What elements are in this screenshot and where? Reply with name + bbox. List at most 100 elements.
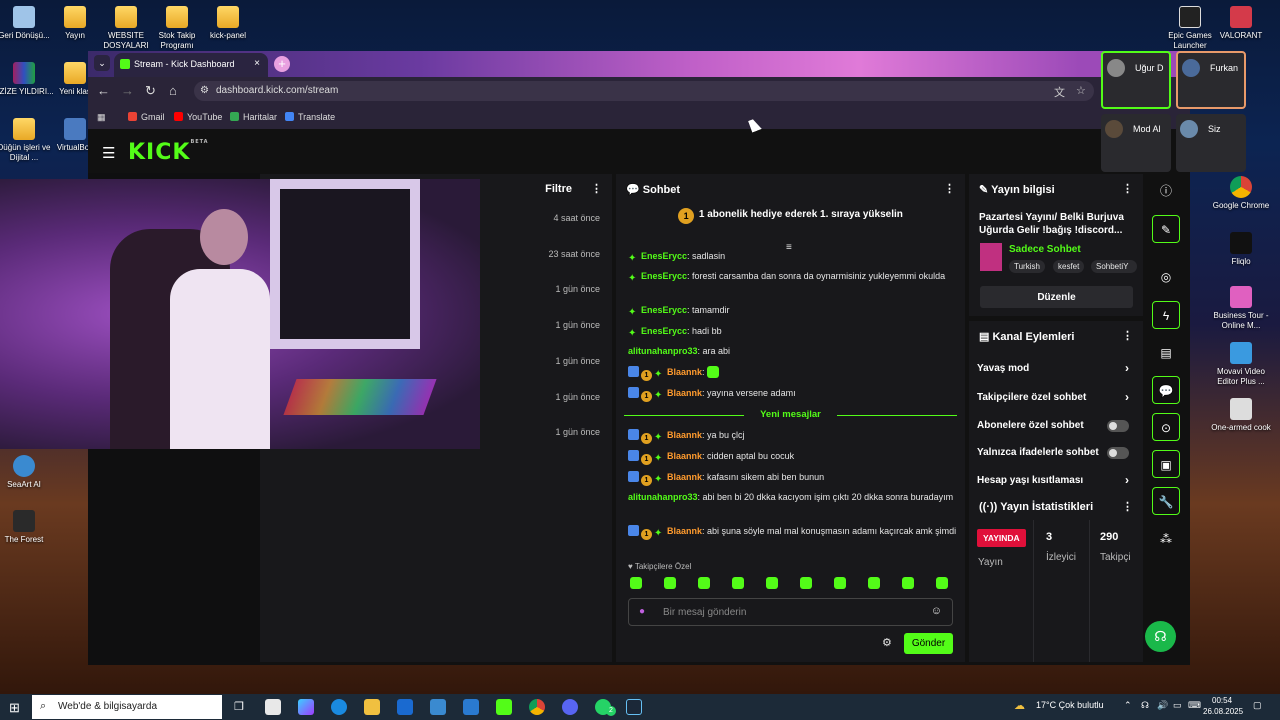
tab-kick-dashboard[interactable]: Stream - Kick Dashboard × xyxy=(114,53,268,77)
task-view-icon[interactable]: ❐ xyxy=(234,700,244,713)
channel-actions-options-icon[interactable]: ⋮ xyxy=(1122,329,1133,342)
vscode-icon[interactable] xyxy=(463,699,479,715)
weather-text[interactable]: 17°C Çok bulutlu xyxy=(1036,700,1104,710)
camera-icon[interactable]: ◎ xyxy=(1152,263,1180,291)
lightning-icon[interactable]: ϟ xyxy=(1152,301,1180,329)
chat-message: 1 ✦ Blaannk: abi şuna söyle mal mal konuşm… xyxy=(628,524,958,540)
desktop-icon-one-armed-cook[interactable]: One-armed cook xyxy=(1210,398,1272,433)
kick-app-icon[interactable] xyxy=(496,699,512,715)
emote-icon[interactable] xyxy=(834,577,846,589)
back-icon[interactable]: ← xyxy=(97,83,110,98)
emote-icon[interactable] xyxy=(766,577,778,589)
reload-icon[interactable]: ↻ xyxy=(145,83,156,99)
language-icon[interactable]: ⌨ xyxy=(1188,700,1201,711)
edit-icon[interactable]: ✎ xyxy=(1152,215,1180,243)
volume-icon[interactable]: 🔊 xyxy=(1157,700,1168,711)
layout-icon[interactable]: ▣ xyxy=(1152,450,1180,478)
desktop-icon-fliqlo[interactable]: Fliqlo xyxy=(1210,232,1272,267)
bookmark-translate[interactable]: Translate xyxy=(285,112,335,122)
clock-time[interactable]: 00:54 xyxy=(1212,696,1232,705)
tag[interactable]: kesfet xyxy=(1053,260,1085,273)
chat-input[interactable]: ● Bir mesaj gönderin ☺ xyxy=(628,598,953,626)
bookmark-youtube[interactable]: YouTube xyxy=(174,112,222,122)
clock-date[interactable]: 26.08.2025 xyxy=(1203,707,1243,716)
discord-icon[interactable] xyxy=(562,699,578,715)
meet-tile-ugur[interactable]: Uğur D xyxy=(1101,51,1171,109)
slow-mode-row[interactable]: Yavaş mod › xyxy=(977,361,1133,375)
info-icon[interactable]: ⓘ xyxy=(1152,177,1180,205)
notifications-icon[interactable]: ▢ xyxy=(1253,700,1262,711)
network-icon[interactable]: ▭ xyxy=(1173,700,1182,711)
desktop-icon-chrome[interactable]: Google Chrome xyxy=(1210,176,1272,211)
followers-only-row[interactable]: Takipçilere özel sohbet › xyxy=(977,390,1133,404)
stats-options-icon[interactable]: ⋮ xyxy=(1122,500,1133,513)
site-info-icon[interactable]: ⚙ xyxy=(200,85,209,96)
store-icon[interactable] xyxy=(265,699,281,715)
close-tab-icon[interactable]: × xyxy=(254,58,260,69)
outlook-icon[interactable] xyxy=(397,699,413,715)
taskbar-search[interactable]: ⌕ Web'de & bilgisayarda xyxy=(32,695,222,719)
wrench-icon[interactable]: 🔧 xyxy=(1152,487,1180,515)
new-tab-button[interactable]: + xyxy=(274,56,290,72)
edge-icon[interactable] xyxy=(331,699,347,715)
category-name[interactable]: Sadece Sohbet xyxy=(1009,244,1081,255)
bookmark-gmail[interactable]: Gmail xyxy=(128,112,165,122)
chat-settings-icon[interactable]: ⚙ xyxy=(882,636,892,649)
menu-icon[interactable]: ☰ xyxy=(102,144,115,162)
headset-tray-icon[interactable]: ☊ xyxy=(1141,700,1149,711)
forward-icon[interactable]: → xyxy=(121,83,134,98)
translate-icon[interactable]: 文 xyxy=(1054,84,1065,100)
tab-search-button[interactable]: ⌄ xyxy=(94,55,110,71)
steam-icon[interactable] xyxy=(626,699,642,715)
desktop-icon-kick-panel[interactable]: kick-panel xyxy=(197,6,259,41)
emote-icon[interactable] xyxy=(800,577,812,589)
emoji-icon[interactable]: ☺ xyxy=(931,605,942,617)
emote-icon[interactable] xyxy=(664,577,676,589)
windows-start-icon[interactable]: ⊞ xyxy=(9,700,20,716)
meet-tile-furkan[interactable]: Furkan xyxy=(1176,51,1246,109)
desktop-icon-valorant[interactable]: VALORANT xyxy=(1210,6,1272,41)
chat-options-icon[interactable]: ⋮ xyxy=(944,182,955,195)
emote-icon[interactable] xyxy=(868,577,880,589)
tag[interactable]: SohbetiY xyxy=(1091,260,1137,273)
tray-chevron-icon[interactable]: ⌃ xyxy=(1124,700,1132,711)
edit-button[interactable]: Düzenle xyxy=(980,286,1133,308)
send-button[interactable]: Gönder xyxy=(904,633,953,654)
emote-icon[interactable] xyxy=(902,577,914,589)
meet-tile-self[interactable]: Siz xyxy=(1176,114,1246,172)
account-age-row[interactable]: Hesap yaşı kısıtlaması › xyxy=(977,473,1133,487)
app-icon[interactable] xyxy=(430,699,446,715)
emote-icon[interactable] xyxy=(698,577,710,589)
vod-options-icon[interactable]: ⋮ xyxy=(591,182,602,195)
desktop-icon-business-tour[interactable]: Business Tour - Online M... xyxy=(1210,286,1272,331)
desktop-icon-seaart[interactable]: SeaArt AI xyxy=(0,455,55,490)
chrome-taskbar-icon[interactable] xyxy=(529,699,545,715)
kick-logo[interactable]: KICKBETA xyxy=(128,139,209,165)
home-icon[interactable]: ⌂ xyxy=(169,83,177,98)
tag[interactable]: Turkish xyxy=(1009,260,1045,273)
mic-icon[interactable]: ● xyxy=(639,606,645,617)
desktop-icon-the-forest[interactable]: The Forest xyxy=(0,510,55,545)
meet-tile-mod[interactable]: Mod Al xyxy=(1101,114,1171,172)
bookmark-haritalar[interactable]: Haritalar xyxy=(230,112,277,122)
subscribers-only-toggle[interactable] xyxy=(1107,420,1129,432)
chat-bubble-icon[interactable]: 💬 xyxy=(1152,376,1180,404)
gift-banner[interactable]: 1 1 abonelik hediye ederek 1. sıraya yük… xyxy=(616,208,965,224)
stream-info-options-icon[interactable]: ⋮ xyxy=(1122,182,1133,195)
emote-icon[interactable] xyxy=(630,577,642,589)
broadcast-rail-icon[interactable]: ⊙ xyxy=(1152,413,1180,441)
apps-icon[interactable]: ▦ xyxy=(97,112,106,123)
filter-button[interactable]: Filtre xyxy=(545,183,572,195)
copilot-icon[interactable] xyxy=(298,699,314,715)
emote-only-toggle[interactable] xyxy=(1107,447,1129,459)
emote-icon[interactable] xyxy=(936,577,948,589)
notes-icon[interactable]: ▤ xyxy=(1152,339,1180,367)
bookmark-star-icon[interactable]: ☆ xyxy=(1076,84,1086,97)
emote-icon[interactable] xyxy=(732,577,744,589)
shapes-icon[interactable]: ⁂ xyxy=(1152,525,1180,553)
support-headset-icon[interactable]: ☊ xyxy=(1145,621,1176,652)
webcam-preview[interactable] xyxy=(0,179,480,449)
desktop-icon-movavi[interactable]: Movavi Video Editor Plus ... xyxy=(1210,342,1272,387)
file-explorer-icon[interactable] xyxy=(364,699,380,715)
url-field[interactable]: ⚙ dashboard.kick.com/stream xyxy=(194,81,1094,101)
